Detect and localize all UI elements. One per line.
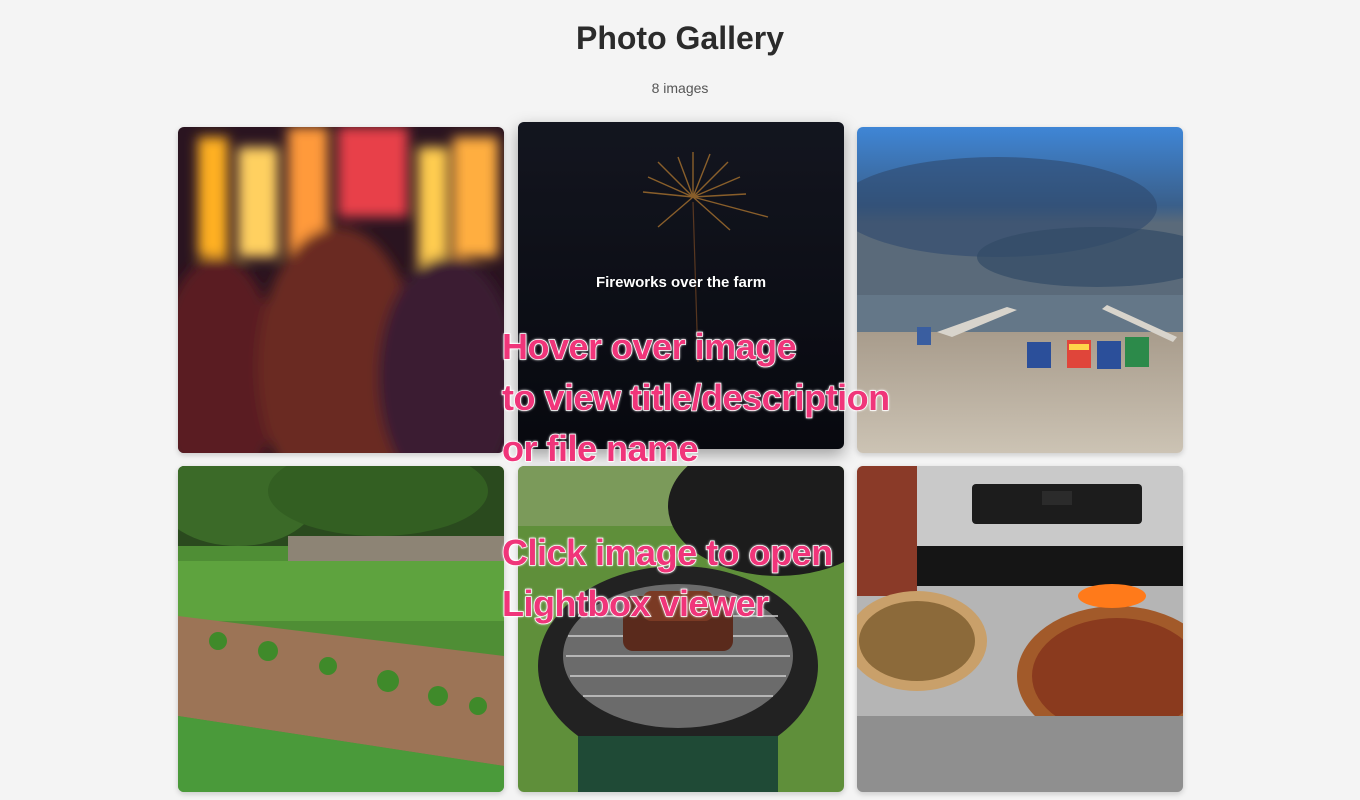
click-hint-line-1: Click image to open <box>501 531 834 574</box>
photo-beach <box>857 127 1183 453</box>
photo-pizzas <box>857 466 1183 792</box>
click-hint-annotation: Click image to open Lightbox viewer <box>501 527 834 629</box>
image-caption: Fireworks over the farm <box>595 274 767 291</box>
gallery-image-4[interactable] <box>178 466 504 792</box>
photo-grill <box>518 466 844 792</box>
hover-hint-line-1: Hover over image <box>501 325 797 368</box>
gallery-image-1[interactable] <box>178 127 504 453</box>
hover-hint-line-2: to view title/description <box>501 376 891 419</box>
gallery-image-3[interactable] <box>857 127 1183 453</box>
page-title: Photo Gallery <box>575 20 785 56</box>
click-hint-line-2: Lightbox viewer <box>501 582 770 625</box>
photo-blurred-crowd <box>178 127 504 453</box>
photo-garden <box>178 466 504 792</box>
hover-hint-annotation: Hover over image to view title/descripti… <box>501 321 891 474</box>
image-count: 8 images <box>651 80 709 96</box>
gallery-image-6[interactable] <box>857 466 1183 792</box>
gallery-image-5[interactable] <box>518 466 844 792</box>
hover-hint-line-3: or file name <box>501 427 699 470</box>
